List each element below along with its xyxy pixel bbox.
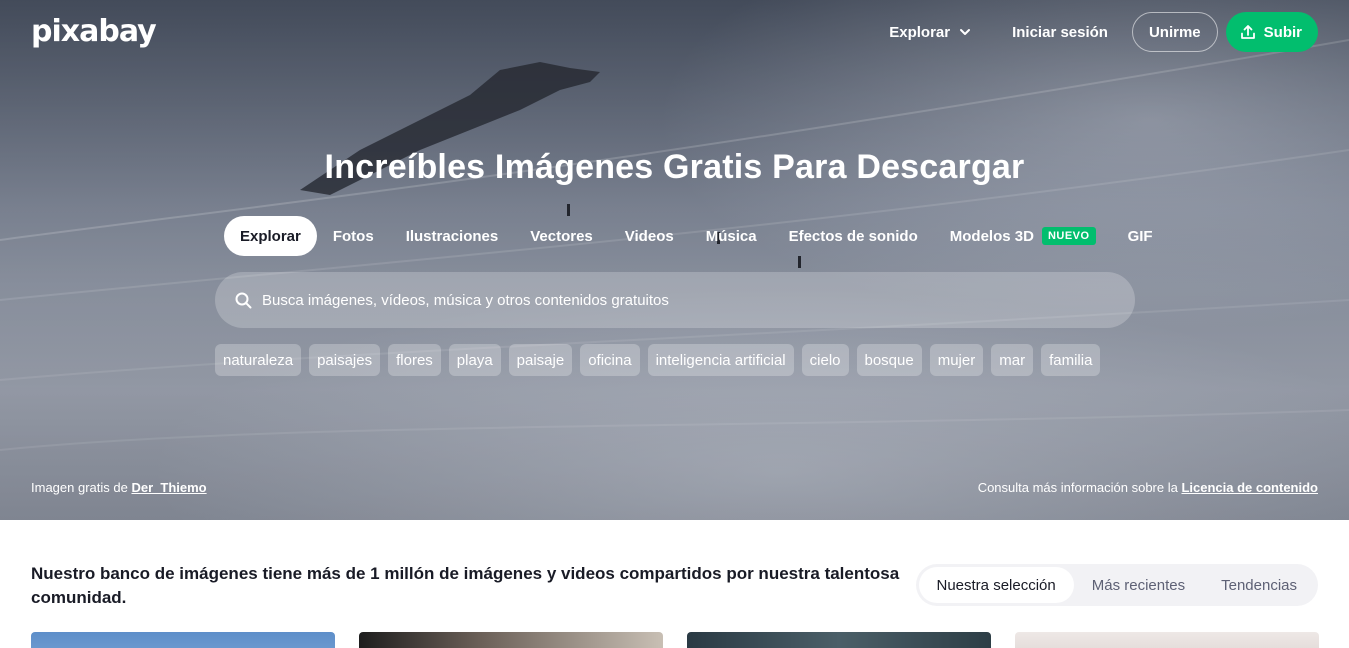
image-thumbnail[interactable] (31, 632, 335, 648)
search-chip[interactable]: paisajes (309, 344, 381, 376)
tab-music[interactable]: Música (690, 216, 773, 256)
suggested-searches: naturaleza paisajes flores playa paisaje… (215, 344, 1101, 376)
credit-prefix: Imagen gratis de (31, 480, 128, 495)
search-icon[interactable] (235, 292, 252, 309)
tab-photos[interactable]: Fotos (317, 216, 390, 256)
sort-tab-trending[interactable]: Tendencias (1203, 567, 1315, 603)
chevron-down-icon (958, 25, 972, 39)
search-chip[interactable]: mar (991, 344, 1034, 376)
tab-sound-effects[interactable]: Efectos de sonido (773, 216, 934, 256)
tab-illustrations[interactable]: Ilustraciones (390, 216, 515, 256)
image-credit: Imagen gratis de Der_Thiemo (31, 480, 207, 495)
search-input[interactable] (262, 272, 1135, 328)
image-grid (31, 632, 1319, 648)
tab-gif[interactable]: GIF (1112, 216, 1169, 256)
license-link[interactable]: Licencia de contenido (1181, 480, 1318, 495)
image-thumbnail[interactable] (359, 632, 663, 648)
hero-banner: pixabay Explorar Iniciar sesión Unirme S… (0, 0, 1349, 520)
explore-menu-label: Explorar (889, 23, 951, 41)
tab-explore[interactable]: Explorar (224, 216, 317, 256)
upload-button-label: Subir (1263, 23, 1302, 41)
upload-icon (1240, 24, 1256, 40)
credit-author-link[interactable]: Der_Thiemo (131, 480, 206, 495)
hero-title: Increíbles Imágenes Gratis Para Descarga… (324, 148, 1025, 186)
search-chip[interactable]: naturaleza (215, 344, 302, 376)
search-bar (215, 272, 1135, 328)
tab-3d-models[interactable]: Modelos 3D NUEVO (934, 216, 1112, 256)
license-prefix: Consulta más información sobre la (977, 480, 1178, 495)
tab-3d-models-label: Modelos 3D (949, 227, 1034, 245)
sort-tab-editors-choice[interactable]: Nuestra selección (918, 567, 1074, 603)
new-badge: NUEVO (1041, 227, 1096, 245)
search-chip[interactable]: inteligencia artificial (647, 344, 794, 376)
search-chip[interactable]: mujer (929, 344, 984, 376)
join-button[interactable]: Unirme (1131, 12, 1218, 52)
sort-tab-latest[interactable]: Más recientes (1074, 567, 1203, 603)
image-thumbnail[interactable] (1015, 632, 1319, 648)
media-type-tabs: Explorar Fotos Ilustraciones Vectores Vi… (224, 216, 1169, 256)
top-navigation: Explorar Iniciar sesión Unirme Subir (889, 12, 1318, 52)
search-chip[interactable]: playa (448, 344, 501, 376)
pixabay-logo[interactable]: pixabay (31, 14, 157, 49)
intro-text: Nuestro banco de imágenes tiene más de 1… (31, 564, 900, 607)
search-chip[interactable]: cielo (801, 344, 849, 376)
sort-tabs: Nuestra selección Más recientes Tendenci… (915, 564, 1318, 606)
hero-background-image (0, 39, 1349, 451)
search-chip[interactable]: oficina (580, 344, 640, 376)
search-chip[interactable]: flores (388, 344, 441, 376)
signin-link[interactable]: Iniciar sesión (1012, 24, 1108, 41)
image-thumbnail[interactable] (687, 632, 991, 648)
tab-vectors[interactable]: Vectores (514, 216, 609, 256)
tab-videos[interactable]: Videos (609, 216, 690, 256)
search-chip[interactable]: bosque (856, 344, 922, 376)
search-chip[interactable]: paisaje (508, 344, 573, 376)
license-info: Consulta más información sobre la Licenc… (978, 480, 1318, 495)
search-chip[interactable]: familia (1041, 344, 1101, 376)
explore-menu-button[interactable]: Explorar (889, 24, 972, 41)
upload-button[interactable]: Subir (1225, 12, 1318, 52)
